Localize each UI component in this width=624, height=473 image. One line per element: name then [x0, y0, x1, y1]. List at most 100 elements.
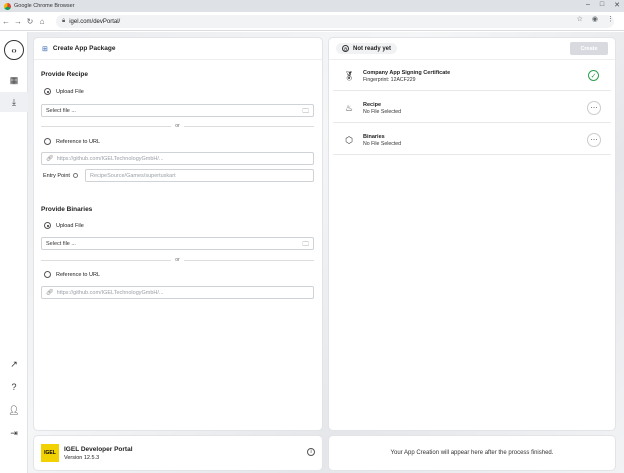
- list-item-recipe: ♨ Recipe No File Selected ⋯: [333, 94, 611, 123]
- item-subtitle: No File Selected: [363, 108, 402, 115]
- clock-icon: ◷: [342, 45, 349, 52]
- brand-name: IGEL Developer Portal: [64, 445, 133, 453]
- panel-header: ⊞ Create App Package: [34, 38, 322, 60]
- recipe-file-input[interactable]: Select file ... 🗀︎: [41, 104, 314, 117]
- or-text: or: [175, 257, 180, 263]
- download-icon: ⤓: [12, 96, 16, 107]
- minimize-icon[interactable]: –: [586, 1, 590, 9]
- user-icon: 👤︎: [8, 404, 20, 415]
- or-text: or: [175, 123, 180, 129]
- sidebar-item-help[interactable]: ?: [0, 377, 28, 397]
- recipe-url-value: https://github.com/IGELTechnologyGmbH/..…: [56, 155, 164, 162]
- panel-title: Create App Package: [52, 45, 116, 52]
- binaries-file-placeholder: Select file ...: [46, 240, 76, 247]
- item-subtitle: No File Selected: [363, 140, 402, 147]
- info-icon[interactable]: i: [307, 448, 315, 456]
- entry-point-input[interactable]: RecipeSource/Games/supertuxkart: [85, 169, 314, 182]
- entry-point-value: RecipeSource/Games/supertuxkart: [90, 172, 176, 179]
- maximize-icon[interactable]: □: [600, 1, 604, 9]
- status-text: Not ready yet: [353, 45, 392, 52]
- chef-hat-icon: ♨: [344, 102, 354, 113]
- binaries-or-divider: or: [41, 256, 315, 264]
- window-title: Google Chrome Browser: [14, 3, 75, 9]
- browser-titlebar: Google Chrome Browser – □ ✕: [0, 0, 624, 12]
- entry-point-text: Entry Point: [43, 173, 70, 179]
- binaries-section-title: Provide Binaries: [41, 206, 93, 213]
- sidebar-item-logout[interactable]: ⇥: [0, 423, 28, 443]
- recipe-url-radio[interactable]: Reference to URL: [44, 138, 100, 145]
- close-icon[interactable]: ✕: [614, 1, 620, 9]
- status-badge: ◷ Not ready yet: [336, 43, 398, 54]
- sidebar-rail: ‹› ▦ ⤓ ↗ ? 👤︎ ⇥: [0, 32, 28, 473]
- result-footer: Your App Creation will appear here after…: [329, 436, 615, 470]
- igel-brand-logo: IGEL: [41, 444, 59, 462]
- list-item-binaries: ⬡ Binaries No File Selected ⋯: [333, 126, 611, 155]
- link-icon: 🔗︎: [46, 290, 54, 296]
- binaries-upload-radio[interactable]: Upload File: [44, 222, 84, 229]
- create-package-panel: ⊞ Create App Package Provide Recipe Uplo…: [34, 38, 322, 430]
- radio-selected-icon: [44, 222, 51, 229]
- sidebar-item-dashboard[interactable]: ▦: [0, 70, 28, 90]
- more-options-button[interactable]: ⋯: [587, 133, 601, 147]
- radio-unselected-icon: [44, 138, 51, 145]
- home-icon[interactable]: ⌂: [36, 17, 48, 26]
- entry-point-label: Entry Point: [43, 173, 78, 179]
- folder-icon[interactable]: 🗀︎: [303, 240, 310, 251]
- binaries-url-label: Reference to URL: [56, 271, 101, 278]
- app-area: ‹› ▦ ⤓ ↗ ? 👤︎ ⇥ ⊞ Create App Package Pro…: [0, 32, 624, 473]
- igel-logo-icon[interactable]: ‹›: [4, 40, 24, 60]
- binaries-url-value: https://github.com/IGELTechnologyGmbH/..…: [56, 289, 164, 296]
- sidebar-item-external[interactable]: ↗: [0, 354, 28, 374]
- grid-icon: ▦: [9, 74, 19, 85]
- link-icon: 🔗︎: [46, 156, 54, 162]
- radio-selected-icon: [44, 88, 51, 95]
- bookmark-star-icon[interactable]: ☆: [577, 15, 583, 23]
- box-icon: ⬡: [345, 134, 353, 145]
- item-subtitle: Fingerprint: 12ACF229: [363, 76, 416, 83]
- certificate-icon: 🏅︎: [343, 70, 355, 81]
- address-bar[interactable]: 🔒︎ igel.com/devPortal/: [56, 15, 614, 28]
- profile-icon[interactable]: ◉: [592, 15, 598, 23]
- chrome-icon: [4, 2, 11, 10]
- lock-icon: 🔒︎: [62, 18, 66, 24]
- recipe-file-placeholder: Select file ...: [46, 107, 76, 114]
- package-status-panel: ◷ Not ready yet Create 🏅︎ Company App Si…: [329, 38, 615, 430]
- item-title: Binaries: [363, 133, 385, 140]
- address-url: igel.com/devPortal/: [69, 18, 121, 25]
- recipe-or-divider: or: [41, 122, 315, 130]
- status-header: ◷ Not ready yet Create: [329, 38, 615, 60]
- menu-icon[interactable]: ⋮: [607, 15, 614, 23]
- recipe-upload-label: Upload File: [56, 88, 84, 95]
- back-icon[interactable]: ←: [0, 17, 12, 26]
- reload-icon[interactable]: ↻: [24, 17, 36, 26]
- create-button-label: Create: [580, 45, 598, 52]
- external-link-icon: ↗: [10, 358, 18, 369]
- forward-icon[interactable]: →: [12, 17, 24, 26]
- help-icon: ?: [11, 382, 17, 392]
- item-title: Recipe: [363, 101, 382, 108]
- recipe-url-input[interactable]: 🔗︎ https://github.com/IGELTechnologyGmbH…: [41, 152, 314, 165]
- sidebar-item-account[interactable]: 👤︎: [0, 400, 28, 420]
- brand-footer: IGEL IGEL Developer Portal Version 12.5.…: [34, 436, 322, 470]
- binaries-url-input[interactable]: 🔗︎ https://github.com/IGELTechnologyGmbH…: [41, 286, 314, 299]
- radio-unselected-icon: [44, 271, 51, 278]
- more-options-button[interactable]: ⋯: [587, 101, 601, 115]
- version-text: Version 12.5.3: [64, 454, 100, 461]
- list-item-certificate: 🏅︎ Company App Signing Certificate Finge…: [333, 62, 611, 91]
- recipe-upload-radio[interactable]: Upload File: [44, 88, 84, 95]
- folder-icon[interactable]: 🗀︎: [303, 107, 310, 118]
- logout-icon: ⇥: [10, 427, 18, 438]
- recipe-section-title: Provide Recipe: [41, 71, 88, 78]
- item-title: Company App Signing Certificate: [363, 69, 451, 76]
- package-grid-icon: ⊞: [42, 45, 48, 53]
- create-button[interactable]: Create: [570, 42, 608, 55]
- check-icon: ✓: [588, 70, 599, 81]
- binaries-upload-label: Upload File: [56, 222, 84, 229]
- binaries-url-radio[interactable]: Reference to URL: [44, 271, 100, 278]
- sidebar-item-download[interactable]: ⤓: [0, 92, 28, 112]
- binaries-file-input[interactable]: Select file ... 🗀︎: [41, 237, 314, 250]
- info-icon[interactable]: [72, 173, 78, 179]
- recipe-url-label: Reference to URL: [56, 138, 101, 145]
- browser-toolbar: ← → ↻ ⌂ 🔒︎ igel.com/devPortal/ ☆ ◉ ⋮: [0, 12, 624, 31]
- result-message: Your App Creation will appear here after…: [390, 450, 554, 456]
